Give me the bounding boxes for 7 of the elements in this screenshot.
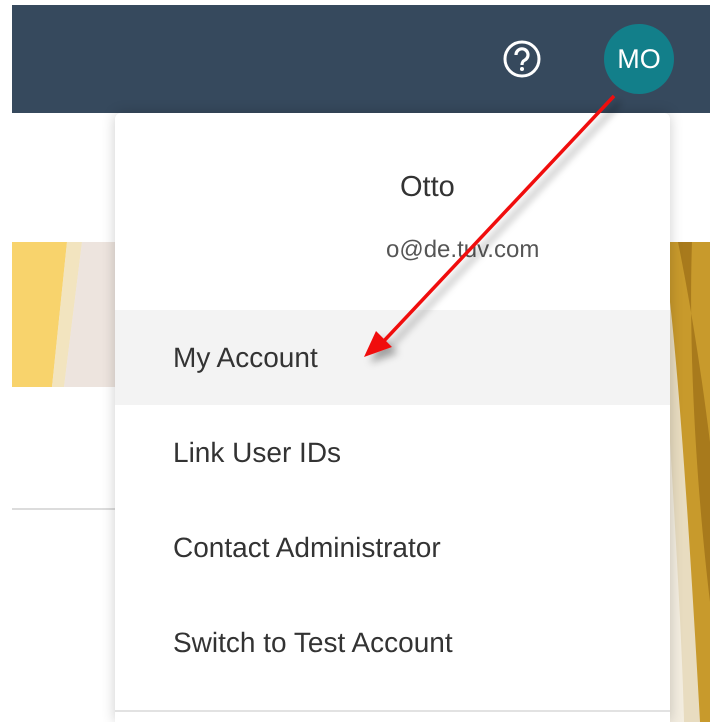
help-icon[interactable] — [502, 39, 542, 79]
menu-item[interactable]: Switch to Test Account — [115, 595, 670, 690]
user-name: Otto — [400, 171, 455, 204]
user-avatar[interactable]: MO — [604, 24, 674, 94]
menu-item[interactable]: Contact Administrator — [115, 500, 670, 595]
menu-item[interactable]: Link User IDs — [115, 405, 670, 500]
menu-item[interactable]: My Account — [115, 310, 670, 405]
